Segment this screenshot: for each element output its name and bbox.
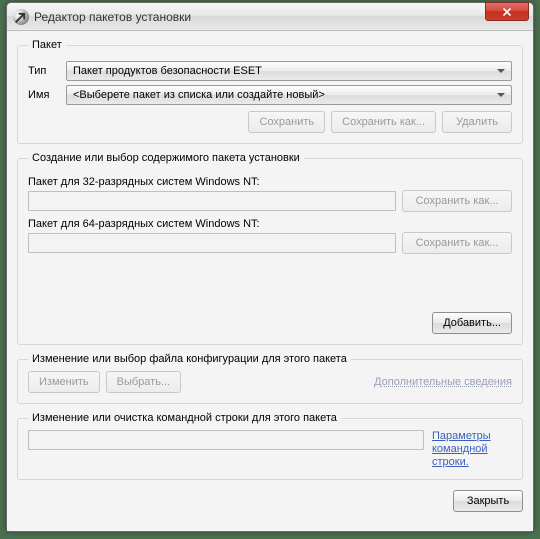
delete-button[interactable]: Удалить [442,111,512,133]
name-combo[interactable]: <Выберете пакет из списка или создайте н… [66,85,512,105]
dialog-window: Редактор пакетов установки Пакет Тип Пак… [6,2,534,532]
type-label: Тип [28,65,58,77]
window-title: Редактор пакетов установки [34,10,191,24]
close-icon[interactable] [485,2,529,21]
contents-group: Создание или выбор содержимого пакета ус… [17,152,523,345]
titlebar[interactable]: Редактор пакетов установки [7,3,533,31]
package-legend: Пакет [28,39,66,51]
nt64-saveas-button[interactable]: Сохранить как... [402,232,512,254]
cmdline-legend: Изменение или очистка командной строки д… [28,412,341,424]
cmdline-group: Изменение или очистка командной строки д… [17,412,523,480]
cmdline-params-link[interactable]: Параметры командной строки. [432,430,512,469]
config-group: Изменение или выбор файла конфигурации д… [17,353,523,404]
more-info-link[interactable]: Дополнительные сведения [374,376,512,388]
edit-config-button[interactable]: Изменить [28,371,100,393]
config-legend: Изменение или выбор файла конфигурации д… [28,353,351,365]
package-group: Пакет Тип Пакет продуктов безопасности E… [17,39,523,144]
nt32-path-input[interactable] [28,191,396,211]
nt32-label: Пакет для 32-разрядных систем Windows NT… [28,176,512,188]
name-label: Имя [28,89,58,101]
chevron-down-icon [497,69,505,73]
close-button[interactable]: Закрыть [453,490,523,512]
nt32-saveas-button[interactable]: Сохранить как... [402,190,512,212]
save-as-button[interactable]: Сохранить как... [331,111,436,133]
contents-legend: Создание или выбор содержимого пакета ус… [28,152,304,164]
name-combo-value: <Выберете пакет из списка или создайте н… [73,89,497,101]
dialog-content: Пакет Тип Пакет продуктов безопасности E… [7,31,533,531]
chevron-down-icon [497,93,505,97]
nt64-label: Пакет для 64-разрядных систем Windows NT… [28,218,512,230]
add-button[interactable]: Добавить... [432,312,512,334]
save-button[interactable]: Сохранить [248,111,325,133]
type-combo[interactable]: Пакет продуктов безопасности ESET [66,61,512,81]
type-combo-value: Пакет продуктов безопасности ESET [73,65,497,77]
app-icon [13,9,29,25]
cmdline-input[interactable] [28,430,424,450]
nt64-path-input[interactable] [28,233,396,253]
select-config-button[interactable]: Выбрать... [106,371,181,393]
